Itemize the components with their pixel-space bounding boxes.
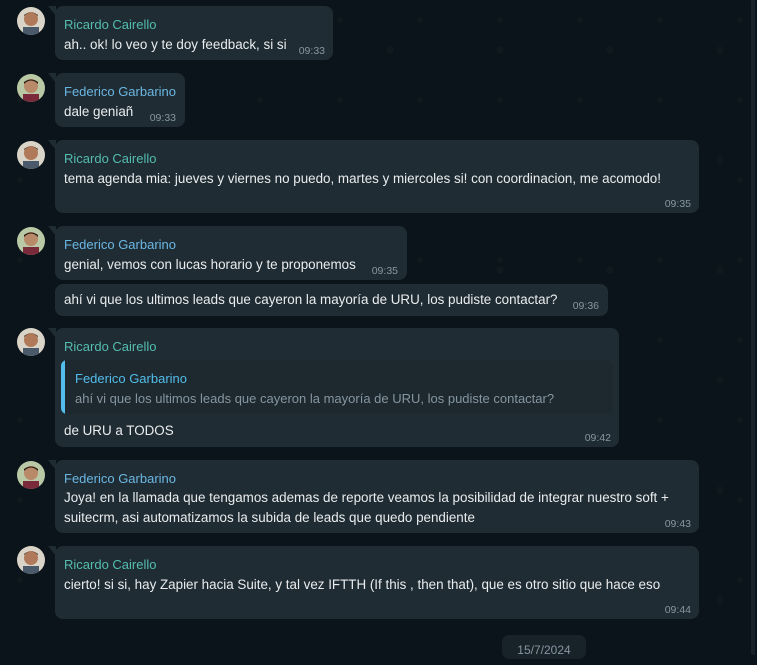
scrollbar-thumb[interactable] [751,0,755,655]
avatar-ricardo[interactable] [17,7,45,35]
message-sender[interactable]: Federico Garbarino [64,237,176,252]
message-text: cierto! si si, hay Zapier hacia Suite, y… [64,577,661,592]
quote-text: ahí vi que los ultimos leads que cayeron… [75,391,555,406]
avatar-ricardo[interactable] [17,141,45,169]
message-sender[interactable]: Ricardo Cairello [64,339,156,354]
message-bubble[interactable]: Ricardo Cairello ah.. ok! lo veo y te do… [48,6,333,60]
message-text: de URU a TODOS [64,423,174,438]
message-sender[interactable]: Ricardo Cairello [64,557,156,572]
message-text: ahí vi que los ultimos leads que cayeron… [64,292,558,307]
message-bubble[interactable]: ahí vi que los ultimos leads que cayeron… [55,284,608,316]
date-separator: 15/7/2024 [502,635,586,659]
message-text: dale geniañ [64,104,134,119]
message-text-line: Joya! en la llamada que tengamos ademas … [64,490,669,505]
message-bubble[interactable]: Federico Garbarino dale geniañ 09:33 [48,73,185,127]
avatar-federico[interactable] [17,227,45,255]
message-time: 09:35 [371,265,398,277]
message-time: 09:43 [664,518,691,530]
message-sender[interactable]: Federico Garbarino [64,471,176,486]
message-text: genial, vemos con lucas horario y te pro… [64,257,356,272]
message-time: 09:44 [664,604,691,616]
quote-bar [61,360,65,414]
message-time: 09:35 [664,198,691,210]
message-text: tema agenda mia: jueves y viernes no pue… [64,171,661,186]
scrollbar[interactable] [749,0,757,655]
message-bubble[interactable]: Ricardo Cairello tema agenda mia: jueves… [48,140,699,213]
avatar-federico[interactable] [17,461,45,489]
avatar-ricardo[interactable] [17,328,45,356]
message-text-line: suitecrm, asi automatizamos la subida de… [64,510,475,525]
message-bubble[interactable]: Ricardo Cairello Federico Garbarino ahí … [48,328,619,447]
quoted-message[interactable]: Federico Garbarino ahí vi que los ultimo… [61,360,613,414]
message-bubble[interactable]: Federico Garbarino genial, vemos con luc… [48,226,407,280]
avatar-federico[interactable] [17,74,45,102]
message-sender[interactable]: Ricardo Cairello [64,151,156,166]
avatar-ricardo[interactable] [17,546,45,574]
message-bubble[interactable]: Federico Garbarino Joya! en la llamada q… [48,460,699,533]
message-time: 09:36 [572,300,599,312]
message-time: 09:33 [149,112,176,124]
message-sender[interactable]: Ricardo Cairello [64,17,156,32]
message-time: 09:33 [298,45,325,57]
message-time: 09:42 [584,432,611,444]
message-text: ah.. ok! lo veo y te doy feedback, si si [64,37,287,52]
message-bubble[interactable]: Ricardo Cairello cierto! si si, hay Zapi… [48,546,699,619]
quote-sender: Federico Garbarino [75,371,187,386]
message-sender[interactable]: Federico Garbarino [64,84,176,99]
